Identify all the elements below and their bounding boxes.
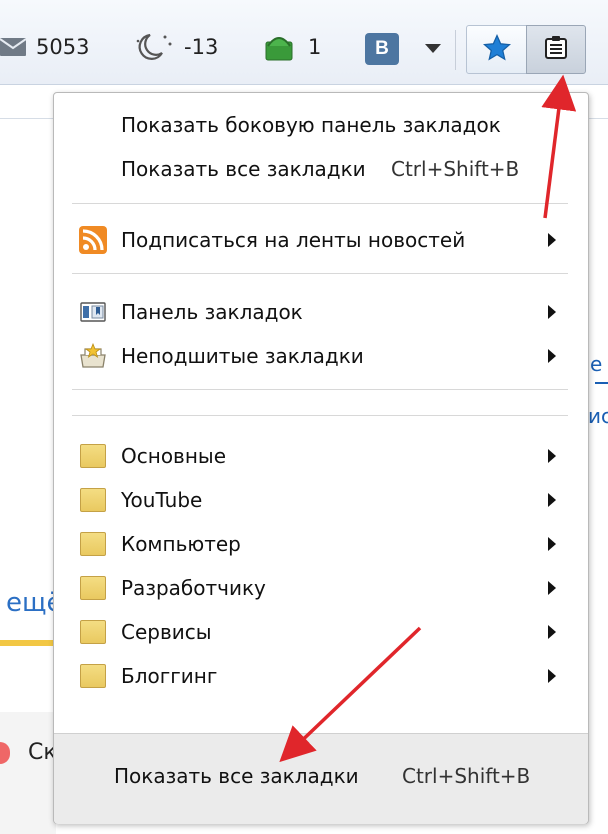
submenu-arrow-icon [548, 537, 556, 551]
menu-folder-item[interactable]: YouTube [54, 480, 588, 520]
folder-icon [78, 442, 108, 470]
page-underline [595, 382, 608, 384]
menu-item-label: Разработчику [121, 576, 266, 600]
bookmarks-list-icon [543, 35, 569, 65]
menu-folder-item[interactable]: Блоггинг [54, 656, 588, 696]
browser-toolbar: 5053 -13 1 В [0, 0, 608, 85]
bookmark-star-button[interactable] [466, 25, 528, 74]
menu-separator [72, 415, 568, 416]
green-phone-icon [262, 32, 298, 62]
dropdown-arrow-icon[interactable] [425, 44, 441, 53]
menu-item-label: Неподшитые закладки [121, 344, 364, 368]
star-icon [482, 33, 512, 67]
menu-item-label: Блоггинг [121, 664, 218, 688]
bookmarks-toolbar-icon [78, 298, 108, 326]
submenu-arrow-icon [548, 581, 556, 595]
submenu-arrow-icon [548, 349, 556, 363]
menu-item-subscribe-feeds[interactable]: Подписаться на ленты новостей [54, 220, 588, 260]
footer-label: Показать все закладки [114, 764, 359, 788]
submenu-arrow-icon [548, 305, 556, 319]
menu-item-label: Подписаться на ленты новостей [121, 228, 466, 252]
submenu-arrow-icon [548, 449, 556, 463]
footer-shortcut: Ctrl+Shift+B [402, 764, 531, 788]
menu-item-label: Показать боковую панель закладок [121, 113, 501, 137]
weather-widget[interactable]: -13 [132, 28, 218, 66]
menu-item-show-sidebar[interactable]: Показать боковую панель закладок [54, 105, 588, 145]
folder-icon [78, 618, 108, 646]
page-text-right-1[interactable]: е [590, 352, 602, 376]
menu-folder-item[interactable]: Сервисы [54, 612, 588, 652]
menu-separator [72, 203, 568, 204]
folder-icon [78, 530, 108, 558]
page-left-panel [0, 712, 56, 834]
bookmarks-dropdown-menu: Показать боковую панель закладок Показат… [53, 92, 589, 824]
moon-icon [132, 31, 174, 63]
bookmarks-menu-button[interactable] [526, 25, 586, 74]
green-count: 1 [308, 35, 322, 59]
menu-folder-item[interactable]: Основные [54, 436, 588, 476]
menu-item-shortcut: Ctrl+Shift+B [391, 157, 520, 181]
folder-icon [78, 486, 108, 514]
menu-item-show-all-bookmarks[interactable]: Показать все закладки Ctrl+Shift+B [54, 149, 588, 189]
menu-item-bookmarks-toolbar[interactable]: Панель закладок [54, 292, 588, 332]
mail-count: 5053 [36, 35, 90, 59]
submenu-arrow-icon [548, 669, 556, 683]
folder-icon [78, 574, 108, 602]
mail-icon [0, 38, 26, 56]
menu-item-label: Компьютер [121, 532, 241, 556]
page-text-right-2[interactable]: ис [588, 404, 608, 428]
submenu-arrow-icon [548, 625, 556, 639]
unsorted-bookmarks-icon [78, 342, 108, 370]
submenu-arrow-icon [548, 233, 556, 247]
mail-widget[interactable]: 5053 [0, 28, 89, 66]
menu-item-label: Сервисы [121, 620, 212, 644]
toolbar-separator [455, 30, 456, 70]
menu-separator [72, 389, 568, 390]
page-search-bar [0, 640, 60, 646]
menu-footer-show-all-bookmarks[interactable]: Показать все закладки Ctrl+Shift+B [54, 733, 588, 824]
menu-item-unsorted-bookmarks[interactable]: Неподшитые закладки [54, 336, 588, 376]
menu-item-label: Основные [121, 444, 227, 468]
menu-item-label: Панель закладок [121, 300, 303, 324]
green-widget[interactable]: 1 [262, 28, 321, 66]
folder-icon [78, 662, 108, 690]
menu-folder-item[interactable]: Разработчику [54, 568, 588, 608]
menu-separator [72, 273, 568, 274]
vk-button[interactable]: В [365, 33, 399, 65]
menu-item-label: Показать все закладки [121, 157, 366, 181]
menu-item-label: YouTube [121, 488, 203, 512]
menu-folder-item[interactable]: Компьютер [54, 524, 588, 564]
submenu-arrow-icon [548, 493, 556, 507]
weather-value: -13 [184, 35, 219, 59]
rss-icon [78, 226, 108, 254]
